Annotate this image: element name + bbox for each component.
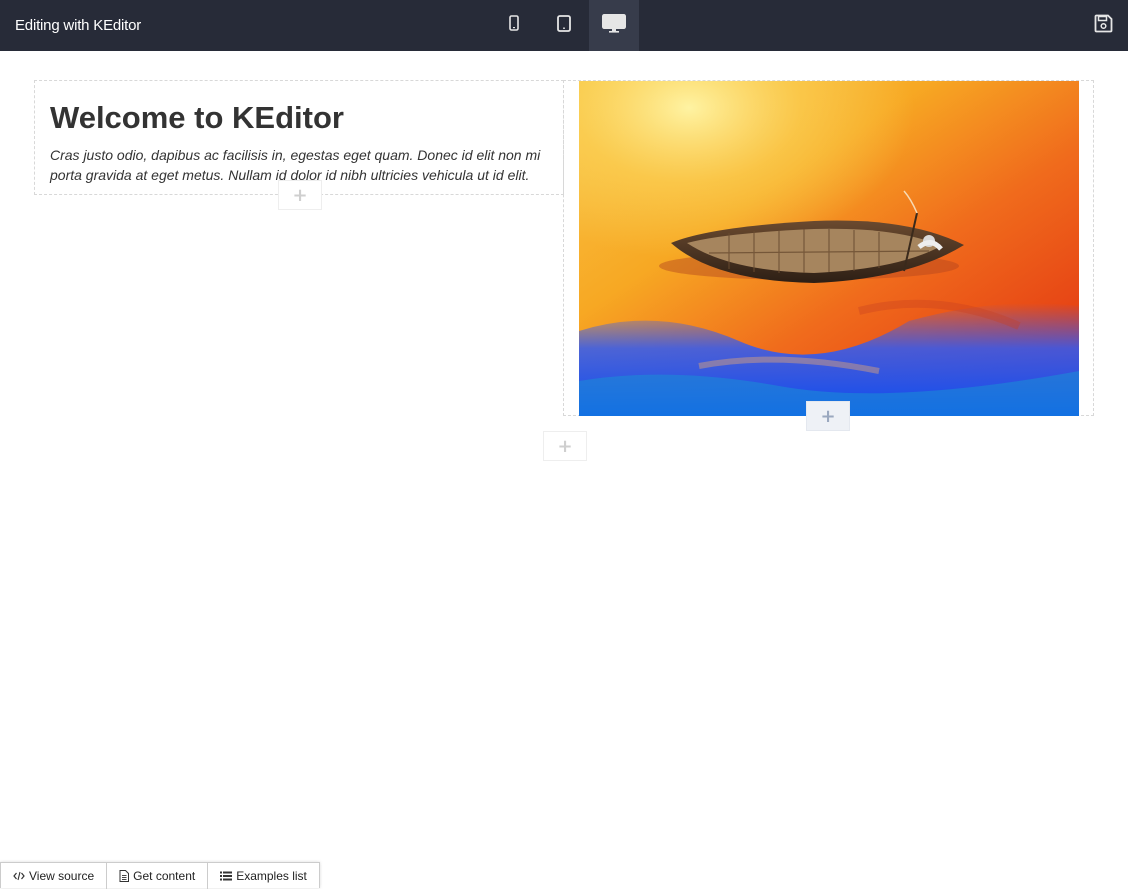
floppy-disk-icon — [1094, 14, 1113, 38]
save-button[interactable] — [1088, 0, 1118, 51]
content-heading[interactable]: Welcome to KEditor — [50, 100, 344, 136]
mobile-view-button[interactable] — [489, 0, 539, 51]
add-snippet-button[interactable]: + — [278, 180, 322, 210]
view-source-button[interactable]: View source — [1, 863, 108, 889]
boat-photo[interactable] — [579, 81, 1079, 416]
list-icon — [220, 871, 233, 881]
add-snippet-button[interactable]: + — [806, 401, 850, 431]
view-source-label: View source — [29, 869, 95, 883]
document-icon — [119, 870, 130, 882]
text-snippet[interactable]: Welcome to KEditor Cras justo odio, dapi… — [34, 80, 564, 195]
tablet-icon — [557, 14, 571, 37]
content-paragraph[interactable]: Cras justo odio, dapibus ac facilisis in… — [50, 145, 555, 185]
add-snippet-button[interactable]: + — [543, 431, 587, 461]
top-toolbar: Editing with KEditor — [0, 0, 1128, 51]
get-content-label: Get content — [133, 869, 196, 883]
tablet-view-button[interactable] — [539, 0, 589, 51]
desktop-icon — [602, 13, 626, 38]
desktop-view-button[interactable] — [589, 0, 639, 51]
image-snippet[interactable] — [563, 80, 1094, 416]
get-content-button[interactable]: Get content — [107, 863, 209, 889]
examples-list-button[interactable]: Examples list — [208, 863, 319, 889]
code-icon — [13, 871, 25, 881]
page-title: Editing with KEditor — [15, 17, 142, 34]
examples-list-label: Examples list — [236, 869, 307, 883]
bottom-toolbar: View source Get content Examples list — [0, 862, 320, 889]
mobile-icon — [509, 15, 519, 36]
